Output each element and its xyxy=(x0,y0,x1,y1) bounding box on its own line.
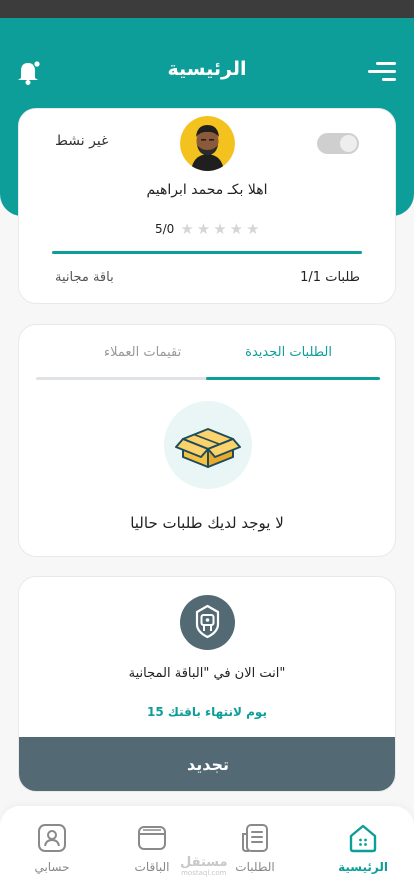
nav-account[interactable]: حسابي xyxy=(17,822,87,874)
status-toggle[interactable] xyxy=(317,133,359,154)
orders-progress-fill xyxy=(52,251,362,254)
renew-button[interactable]: تجديد xyxy=(19,737,395,791)
nav-packages-label: الباقات xyxy=(134,860,170,874)
bell-icon[interactable] xyxy=(16,58,42,86)
menu-icon[interactable] xyxy=(368,60,396,84)
wallet-icon xyxy=(138,826,166,850)
plan-days-left: 15 يوم لانتهاء باقتك xyxy=(147,705,267,719)
orders-icon xyxy=(242,824,268,852)
orders-count: 1/1 طلبات xyxy=(300,270,360,285)
profile-card: غير نشط اهلا بكـ محمد ابراهيم 5/0 ★ ★ ★ … xyxy=(18,108,396,304)
status-bar xyxy=(0,0,414,18)
nav-orders[interactable]: الطلبات xyxy=(220,822,290,874)
rating: 5/0 ★ ★ ★ ★ ★ xyxy=(155,220,260,238)
star-icon: ★ xyxy=(229,219,244,238)
nav-orders-label: الطلبات xyxy=(235,860,275,874)
home-icon xyxy=(349,824,377,853)
tab-indicator xyxy=(206,377,380,380)
nav-home[interactable]: الرئيسية xyxy=(328,822,398,874)
rating-value: 5/0 xyxy=(155,222,175,236)
avatar xyxy=(180,116,235,171)
current-plan-text: انت الان في "الباقة المجانية" xyxy=(128,666,286,681)
page-title: الرئيسية xyxy=(167,58,247,80)
empty-orders-message: لا يوجد لديك طلبات حاليا xyxy=(130,514,284,532)
nav-home-label: الرئيسية xyxy=(338,860,388,874)
star-icon: ★ xyxy=(180,219,194,238)
star-icon: ★ xyxy=(213,219,227,238)
tab-customer-reviews[interactable]: تقيمات العملاء xyxy=(104,345,181,360)
nav-account-label: حسابي xyxy=(34,860,70,874)
status-label: غير نشط xyxy=(55,133,109,149)
profile-icon xyxy=(38,824,66,852)
tab-new-orders[interactable]: الطلبات الجديدة xyxy=(245,345,332,360)
tab-track xyxy=(36,377,380,380)
greeting-text: اهلا بكـ محمد ابراهيم xyxy=(146,182,268,198)
watermark-logo: مستقل xyxy=(180,855,228,870)
star-icon: ★ xyxy=(196,219,211,238)
orders-tabs-card: الطلبات الجديدة تقيمات العملاء لا يوجد ل… xyxy=(18,324,396,557)
nav-packages[interactable]: الباقات xyxy=(117,822,187,874)
watermark-url: mostaql.com xyxy=(181,869,227,877)
plan-name: باقة مجانية xyxy=(55,270,114,285)
empty-box-icon xyxy=(164,401,252,489)
plan-badge-icon xyxy=(180,595,235,650)
bottom-nav: الرئيسية الطلبات الباقات حسابي مستقل mos… xyxy=(0,806,414,896)
watermark: مستقل mostaql.com xyxy=(180,853,228,877)
plan-card: انت الان في "الباقة المجانية" 15 يوم لان… xyxy=(18,576,396,792)
orders-progress-bar xyxy=(52,251,362,254)
star-icon: ★ xyxy=(246,219,260,238)
